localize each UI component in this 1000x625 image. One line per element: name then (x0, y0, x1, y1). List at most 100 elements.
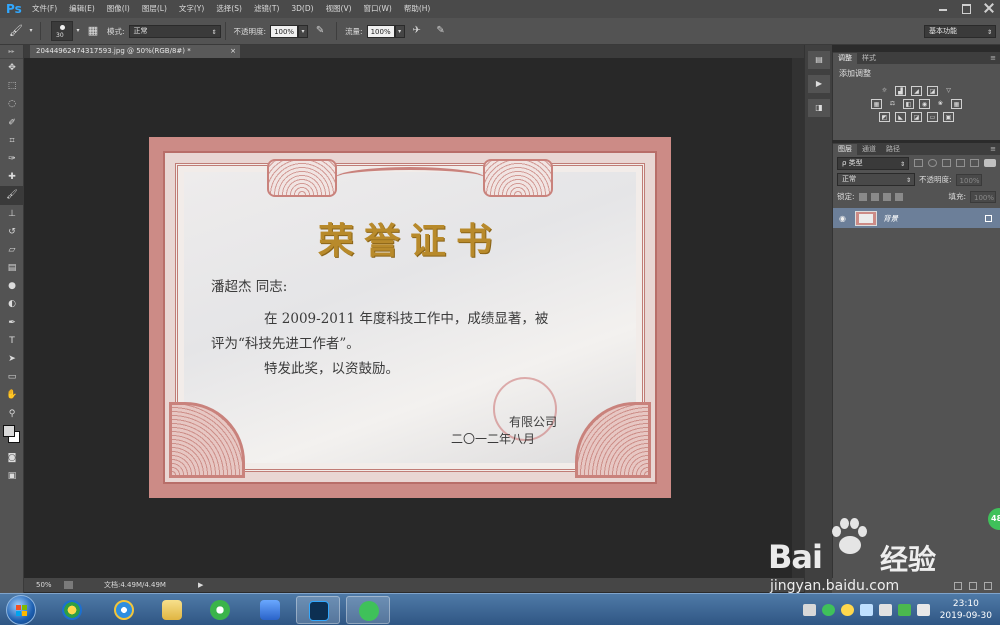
layer-row-background[interactable]: ◉ 背景 (833, 208, 1000, 228)
tab-adjustments[interactable]: 调整 (833, 53, 857, 64)
eye-icon[interactable]: ◉ (839, 214, 849, 223)
brush-size-picker[interactable]: 30 (51, 21, 73, 41)
foreground-color-swatch[interactable] (3, 424, 15, 437)
preset-dropdown-arrow[interactable]: ▾ (26, 25, 36, 38)
lock-transparent-icon[interactable] (858, 192, 867, 201)
tab-paths[interactable]: 路径 (881, 144, 905, 155)
lock-position-icon[interactable] (882, 192, 891, 201)
taskbar-app-photoshop[interactable] (296, 596, 340, 624)
menu-window[interactable]: 窗口(W) (358, 0, 398, 18)
new-layer-icon[interactable] (969, 581, 977, 590)
hue-saturation-icon[interactable]: ▦ (871, 99, 882, 109)
menu-type[interactable]: 文字(Y) (173, 0, 210, 18)
minimize-icon[interactable] (938, 3, 948, 13)
mode-select[interactable]: 正常 ⇕ (128, 24, 221, 38)
taskbar-app-wechat[interactable] (346, 596, 390, 624)
menu-file[interactable]: 文件(F) (26, 0, 63, 18)
color-balance-icon[interactable]: ⚖ (887, 99, 898, 109)
curves-icon[interactable]: ◢ (911, 86, 922, 96)
crop-tool-icon[interactable]: ⌗ (0, 132, 24, 150)
type-tool-icon[interactable]: T (0, 332, 24, 350)
taskbar-app-explorer[interactable] (150, 596, 194, 624)
start-button[interactable] (6, 595, 36, 625)
shape-filter-icon[interactable] (956, 159, 965, 167)
delete-layer-icon[interactable] (984, 581, 992, 590)
toolbox-collapse-icon[interactable]: ▸▸ (0, 45, 23, 59)
type-filter-icon[interactable] (942, 159, 951, 167)
properties-panel-icon[interactable]: ◨ (808, 99, 830, 117)
brush-panel-toggle-icon[interactable]: ▦ (83, 22, 103, 40)
levels-icon[interactable]: ▟ (895, 86, 906, 96)
maximize-icon[interactable] (961, 3, 971, 14)
workspace-select[interactable]: 基本功能 ⇕ (924, 25, 996, 38)
eyedropper-tool-icon[interactable]: ✑ (0, 150, 24, 168)
menu-select[interactable]: 选择(S) (210, 0, 248, 18)
brush-tool-icon[interactable]: 🖌 (0, 186, 24, 205)
menu-edit[interactable]: 编辑(E) (63, 0, 101, 18)
lock-pixels-icon[interactable] (870, 192, 879, 201)
flow-slider-arrow[interactable]: ▾ (394, 24, 405, 38)
fill-input[interactable]: 100% (970, 190, 996, 203)
keyboard-icon[interactable] (802, 603, 816, 616)
menu-3d[interactable]: 3D(D) (285, 0, 319, 18)
exposure-icon[interactable]: ◪ (927, 86, 938, 96)
menu-image[interactable]: 图像(I) (101, 0, 136, 18)
hand-tool-icon[interactable]: ✋ (0, 386, 24, 404)
opacity-input[interactable]: 100% (270, 24, 299, 38)
menu-view[interactable]: 视图(V) (320, 0, 358, 18)
pixel-filter-icon[interactable] (914, 159, 923, 167)
clone-stamp-tool-icon[interactable]: ⊥ (0, 205, 24, 223)
channel-mixer-icon[interactable]: ❀ (935, 99, 946, 109)
pressure-size-icon[interactable]: ✎ (433, 23, 449, 39)
actions-panel-icon[interactable]: ▶ (808, 75, 830, 93)
selective-color-icon[interactable]: ▣ (943, 112, 954, 122)
play-arrow-icon[interactable]: ▶ (198, 578, 203, 592)
pressure-opacity-icon[interactable]: ✎ (312, 23, 328, 39)
brush-picker-arrow[interactable]: ▾ (73, 25, 83, 38)
network-icon[interactable] (859, 603, 873, 616)
shape-tool-icon[interactable]: ▭ (0, 368, 24, 386)
black-white-icon[interactable]: ◧ (903, 99, 914, 109)
adjustment-filter-icon[interactable] (928, 159, 937, 167)
blur-tool-icon[interactable]: ● (0, 277, 24, 295)
blend-mode-select[interactable]: 正常 ⇕ (837, 173, 915, 186)
close-tab-icon[interactable]: × (230, 45, 236, 58)
brightness-icon[interactable]: ☼ (879, 86, 890, 96)
history-panel-icon[interactable]: ▤ (808, 51, 830, 69)
gradient-tool-icon[interactable]: ▤ (0, 259, 24, 277)
marquee-tool-icon[interactable]: ⬚ (0, 77, 24, 95)
zoom-tool-icon[interactable]: ⚲ (0, 405, 24, 423)
document-tab[interactable]: 20444962474317593.jpg @ 50%(RGB/8#) * × (30, 45, 240, 58)
flow-input[interactable]: 100% (366, 24, 395, 38)
airbrush-icon[interactable]: ✈ (409, 23, 425, 39)
vibrance-icon[interactable]: ▽ (943, 86, 954, 96)
panel-menu-icon[interactable]: ≡ (990, 52, 996, 64)
eraser-tool-icon[interactable]: ▱ (0, 241, 24, 259)
tab-channels[interactable]: 通道 (857, 144, 881, 155)
lasso-tool-icon[interactable]: ◌ (0, 95, 24, 113)
photo-filter-icon[interactable]: ◉ (919, 99, 930, 109)
screen-mode-icon[interactable]: ▣ (0, 467, 24, 485)
invert-icon[interactable]: ◩ (879, 112, 890, 122)
flag-icon[interactable] (878, 603, 892, 616)
tab-layers[interactable]: 图层 (833, 144, 857, 155)
posterize-icon[interactable]: ◣ (895, 112, 906, 122)
new-group-icon[interactable] (954, 581, 962, 590)
info-icon[interactable] (64, 581, 73, 589)
layer-filter-type-select[interactable]: ρ 类型 ⇕ (837, 156, 909, 170)
tab-styles[interactable]: 样式 (857, 53, 881, 64)
smart-object-filter-icon[interactable] (970, 159, 979, 167)
lock-all-icon[interactable] (894, 192, 903, 201)
close-icon[interactable] (984, 3, 994, 13)
system-clock[interactable]: 23:10 2019-09-30 (940, 598, 992, 622)
shield-tray-icon[interactable] (897, 603, 911, 616)
zoom-level[interactable]: 50% (36, 578, 52, 592)
path-select-tool-icon[interactable]: ➤ (0, 350, 24, 368)
filter-toggle[interactable] (984, 159, 996, 167)
history-brush-tool-icon[interactable]: ↺ (0, 223, 24, 241)
vertical-scrollbar[interactable] (792, 58, 804, 578)
pen-tool-icon[interactable]: ✒ (0, 314, 24, 332)
taskbar-app-security[interactable] (248, 596, 292, 624)
panel-menu-icon[interactable]: ≡ (990, 143, 996, 155)
opacity-slider-arrow[interactable]: ▾ (298, 24, 309, 38)
